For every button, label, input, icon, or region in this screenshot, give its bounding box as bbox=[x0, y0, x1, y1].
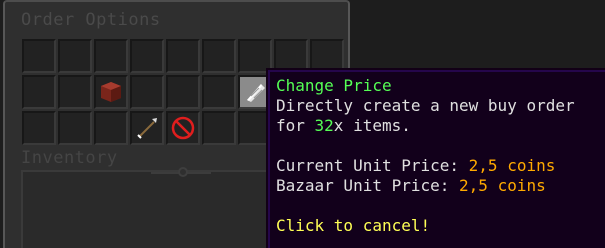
tooltip-action: Click to cancel! bbox=[276, 216, 431, 235]
tooltip-desc-suffix: x items. bbox=[333, 116, 411, 135]
current-price-label: Current Unit Price: bbox=[276, 156, 469, 175]
slot[interactable] bbox=[274, 39, 308, 73]
tooltip-description-line1: Directly create a new buy order bbox=[276, 96, 575, 115]
tooltip-amount: 32 bbox=[314, 116, 334, 135]
tooltip-desc-prefix: for bbox=[276, 116, 315, 135]
inventory-label: Inventory bbox=[21, 148, 118, 168]
slot[interactable] bbox=[130, 39, 164, 73]
tooltip-current-price: Current Unit Price: 2,5 coins bbox=[276, 156, 605, 176]
slot[interactable] bbox=[58, 75, 92, 109]
window-title: Order Options bbox=[21, 10, 161, 30]
slot-red-block[interactable] bbox=[94, 75, 128, 109]
tooltip-bazaar-price: Bazaar Unit Price: 2,5 coins bbox=[276, 176, 605, 196]
slot[interactable] bbox=[94, 111, 128, 145]
bazaar-price-value: 2,5 coins bbox=[459, 176, 546, 195]
divider-knob bbox=[178, 167, 188, 177]
game-screen: Order Options Inventory Change Price Dir… bbox=[0, 0, 605, 248]
red-block-icon bbox=[101, 82, 121, 102]
tooltip-title: Change Price bbox=[276, 76, 392, 95]
slot[interactable] bbox=[202, 111, 236, 145]
slot[interactable] bbox=[310, 39, 344, 73]
slot[interactable] bbox=[94, 39, 128, 73]
bazaar-price-label: Bazaar Unit Price: bbox=[276, 176, 460, 195]
slot[interactable] bbox=[22, 75, 56, 109]
tooltip-spacer bbox=[276, 136, 605, 156]
slot[interactable] bbox=[202, 75, 236, 109]
tooltip-spacer bbox=[276, 196, 605, 216]
barrier-icon bbox=[171, 116, 195, 140]
slot-go-back[interactable] bbox=[130, 111, 164, 145]
slot[interactable] bbox=[58, 39, 92, 73]
slot-cancel-order[interactable] bbox=[166, 111, 200, 145]
slot[interactable] bbox=[22, 39, 56, 73]
slot-change-price[interactable] bbox=[238, 75, 272, 109]
slot[interactable] bbox=[202, 39, 236, 73]
current-price-value: 2,5 coins bbox=[468, 156, 556, 175]
tooltip-description-line2: for 32x items. bbox=[276, 116, 605, 136]
slot[interactable] bbox=[22, 111, 56, 145]
slot[interactable] bbox=[238, 111, 272, 145]
slot[interactable] bbox=[166, 39, 200, 73]
slot[interactable] bbox=[130, 75, 164, 109]
slot[interactable] bbox=[166, 75, 200, 109]
slot[interactable] bbox=[238, 39, 272, 73]
item-tooltip: Change Price Directly create a new buy o… bbox=[266, 68, 605, 248]
arrow-icon bbox=[137, 118, 157, 139]
paper-icon bbox=[247, 84, 265, 102]
slot[interactable] bbox=[58, 111, 92, 145]
